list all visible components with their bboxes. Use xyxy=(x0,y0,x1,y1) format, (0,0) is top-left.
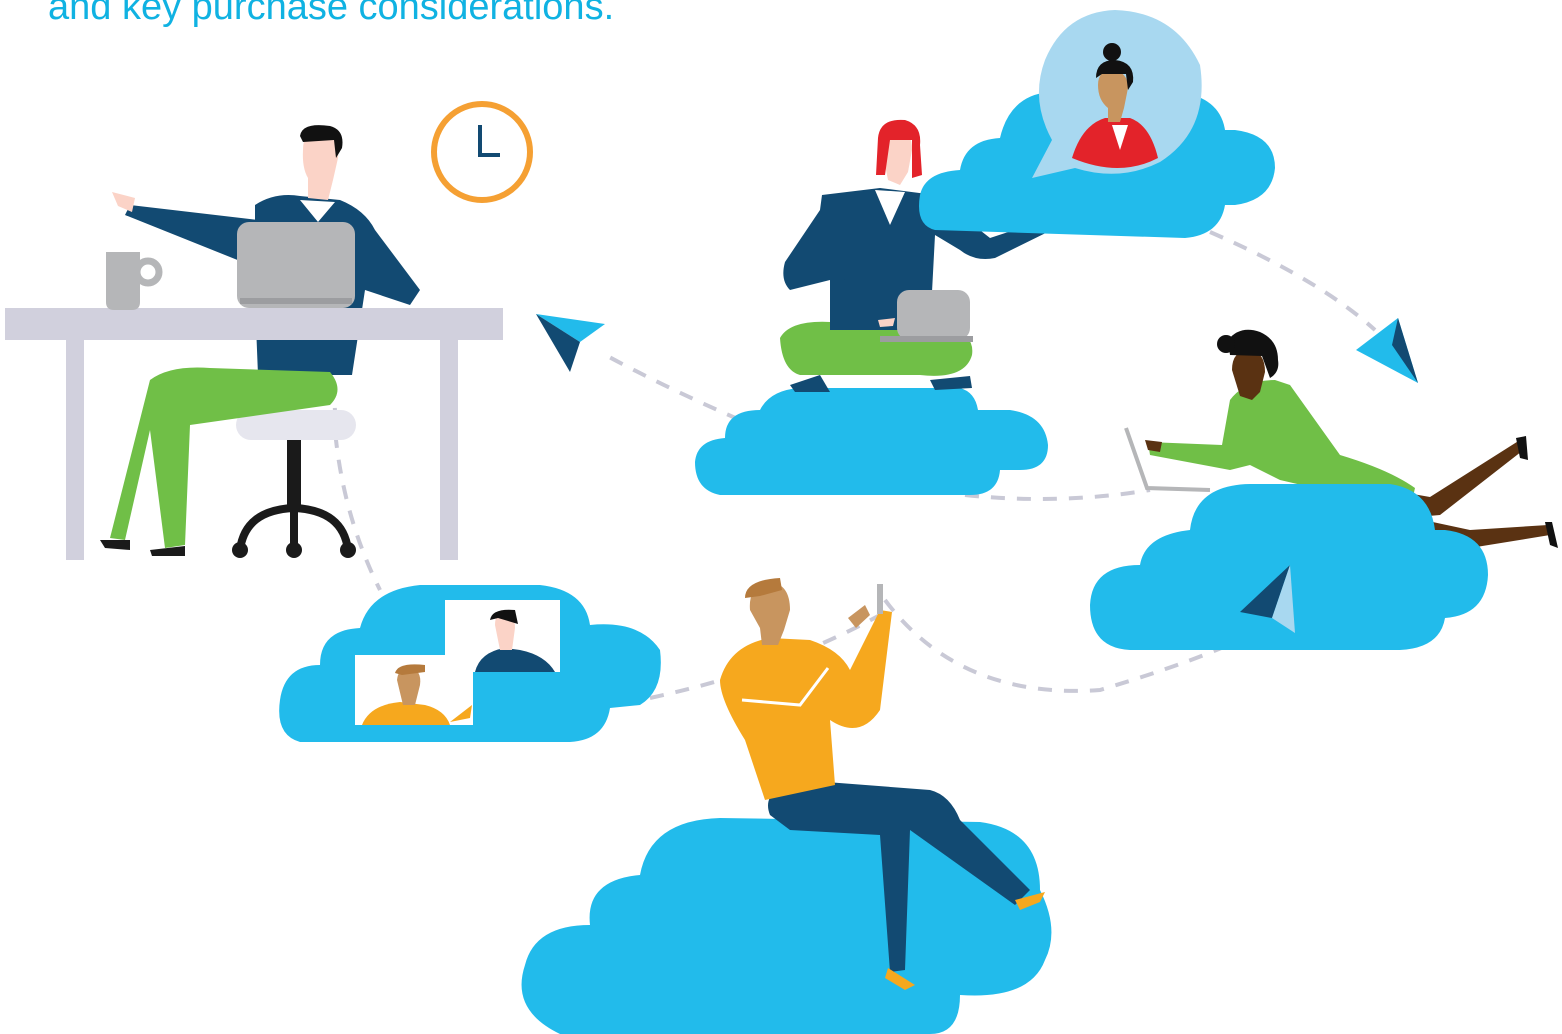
person-lying-on-cloud-with-laptop xyxy=(1090,329,1558,650)
path-bubble-to-plane xyxy=(1209,230,1377,332)
desk-leg-right xyxy=(440,338,458,560)
clock-icon xyxy=(431,101,533,203)
person-at-desk-with-laptop xyxy=(5,125,503,560)
desk-leg-left xyxy=(66,338,84,560)
path-cloud-to-lying xyxy=(964,488,1151,501)
paper-plane-icon xyxy=(1356,318,1418,383)
hero-illustration: and key purchase considerations. xyxy=(0,0,1562,1034)
video-call-cloud xyxy=(279,585,661,742)
laptop-middle xyxy=(897,290,970,340)
laptop-desk xyxy=(237,222,355,308)
coffee-mug-icon xyxy=(106,252,163,310)
illustration-canvas xyxy=(5,10,1558,1034)
paper-plane-icon xyxy=(536,314,605,372)
path-cloud-to-plane xyxy=(599,350,741,422)
person-in-speech-bubble xyxy=(919,10,1275,238)
desk-top xyxy=(5,308,503,340)
cloud-middle xyxy=(695,388,1048,495)
